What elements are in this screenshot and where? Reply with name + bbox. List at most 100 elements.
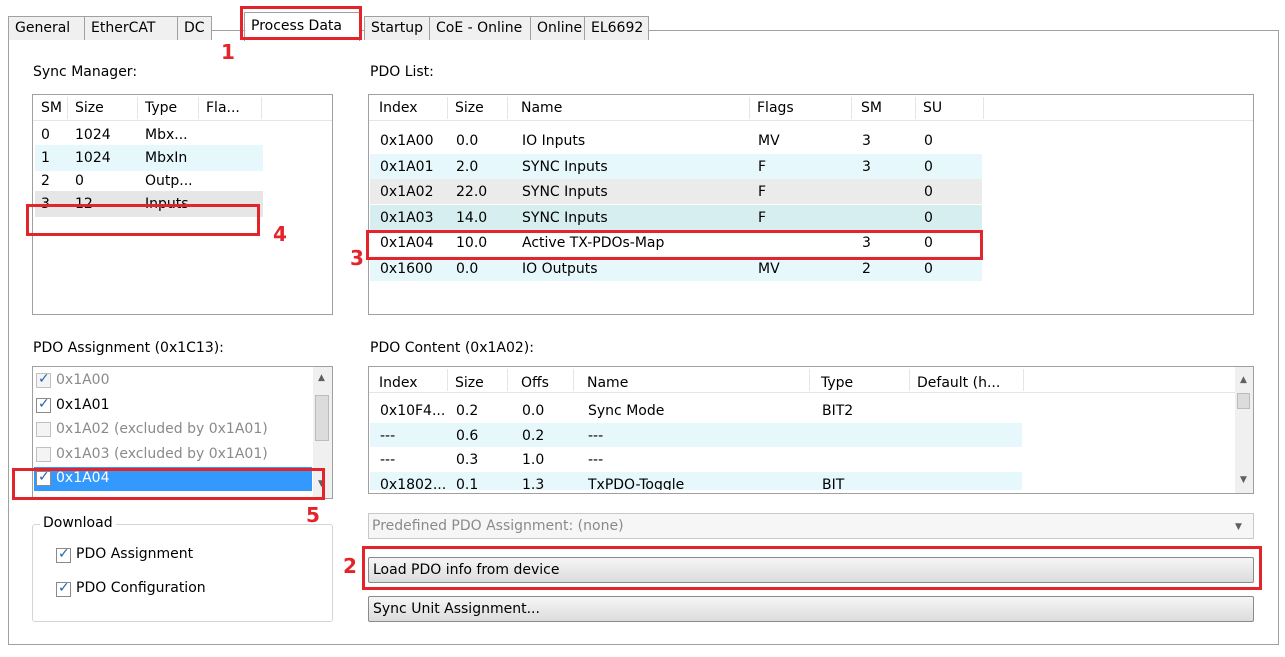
col-su[interactable]: SU <box>923 100 942 116</box>
pdo-content-scrollbar[interactable]: ▲ ▼ <box>1235 367 1253 493</box>
cell-name: SYNC Inputs <box>522 184 608 201</box>
tab-coe-online[interactable]: CoE - Online <box>429 16 531 40</box>
cell-flags: MV <box>758 261 780 277</box>
cell-type: BIT2 <box>822 403 854 419</box>
col-flags[interactable]: Fla... <box>206 100 240 116</box>
col-size[interactable]: Size <box>455 375 484 391</box>
col-flags[interactable]: Flags <box>757 100 794 116</box>
predefined-pdo-select[interactable]: Predefined PDO Assignment: (none) ▼ <box>368 513 1254 539</box>
col-default[interactable]: Default (h... <box>917 375 1000 391</box>
pdo-assignment-item-label: 0x1A03 (excluded by 0x1A01) <box>56 445 268 462</box>
cell-flags: F <box>758 209 767 226</box>
col-type[interactable]: Type <box>821 375 853 391</box>
col-name[interactable]: Name <box>521 100 562 116</box>
pdo-list-row[interactable]: 0x1A01 2.0 SYNC Inputs F 3 0 <box>370 153 982 179</box>
cell-index: 0x10F4... <box>380 403 446 419</box>
cell-offs: 1.3 <box>522 476 545 490</box>
pdo-assignment-item[interactable]: 0x1A03 (excluded by 0x1A01) <box>34 443 312 467</box>
tab-dc[interactable]: DC <box>177 16 212 40</box>
annotation-2: 2 <box>343 554 357 578</box>
cell-offs: 1.0 <box>522 452 545 468</box>
col-type[interactable]: Type <box>145 100 177 116</box>
cell-size: 14.0 <box>456 209 488 226</box>
cell-index: 0x1A01 <box>380 158 434 175</box>
tab-startup[interactable]: Startup <box>364 16 430 40</box>
cell-name: TxPDO-Toggle <box>588 476 685 490</box>
checkbox[interactable] <box>36 422 51 437</box>
annotation-box-4 <box>26 204 260 236</box>
pdo-content-row[interactable]: 0x10F4... 0.2 0.0 Sync Mode BIT2 <box>370 398 1022 422</box>
cell-size: 22.0 <box>456 184 488 201</box>
cell-type: Outp... <box>145 173 193 189</box>
cell-size: 0.6 <box>456 427 479 444</box>
cell-size: 0.0 <box>456 261 479 277</box>
cell-type: Mbx... <box>145 127 188 143</box>
tab-general[interactable]: General <box>8 16 85 40</box>
col-sm[interactable]: SM <box>41 100 62 116</box>
col-index[interactable]: Index <box>379 100 418 116</box>
pdo-configuration-checkbox-label: PDO Configuration <box>76 580 206 596</box>
tab-ethercat[interactable]: EtherCAT <box>84 16 178 40</box>
pdo-assignment-item[interactable]: 0x1A00 <box>34 369 312 393</box>
scroll-up-icon[interactable]: ▲ <box>318 373 325 383</box>
pdo-assignment-item-label: 0x1A01 <box>56 396 110 413</box>
cell-su: 0 <box>924 184 933 201</box>
cell-size: 1024 <box>75 150 111 166</box>
cell-size: 0.3 <box>456 452 479 468</box>
cell-sm: 2 <box>862 261 871 277</box>
cell-su: 0 <box>924 133 933 149</box>
pdo-list-row[interactable]: 0x1A03 14.0 SYNC Inputs F 0 <box>370 204 982 230</box>
pdo-list-row[interactable]: 0x1A02 22.0 SYNC Inputs F 0 <box>370 179 982 205</box>
checkbox[interactable] <box>36 371 51 388</box>
annotation-3: 3 <box>350 246 364 270</box>
cell-name: --- <box>588 452 604 468</box>
checkbox[interactable] <box>36 396 51 413</box>
scroll-up-icon[interactable]: ▲ <box>1240 375 1247 385</box>
download-group <box>32 524 333 622</box>
cell-name: --- <box>588 427 604 444</box>
cell-index: 0x1A00 <box>380 133 434 149</box>
col-name[interactable]: Name <box>587 375 628 391</box>
cell-index: 0x1A02 <box>380 184 434 201</box>
cell-name: IO Inputs <box>522 133 586 149</box>
cell-type: BIT <box>822 476 845 490</box>
col-size[interactable]: Size <box>75 100 104 116</box>
scroll-thumb[interactable] <box>315 395 329 441</box>
tab-el6692[interactable]: EL6692 <box>584 16 649 40</box>
pdo-content-row[interactable]: 0x1802... 0.1 1.3 TxPDO-Toggle BIT <box>370 471 1022 490</box>
col-sm[interactable]: SM <box>861 100 882 116</box>
cell-flags: MV <box>758 133 780 149</box>
cell-su: 0 <box>924 158 933 175</box>
pdo-content-header: Index Size Offs Name Type Default (h... <box>369 367 1235 393</box>
pdo-assignment-checkbox-label: PDO Assignment <box>76 546 194 562</box>
predefined-pdo-value: Predefined PDO Assignment: (none) <box>372 518 624 534</box>
sync-manager-header: SM Size Type Fla... <box>33 95 332 121</box>
annotation-box-5 <box>12 468 325 500</box>
col-size[interactable]: Size <box>455 100 484 116</box>
cell-index: --- <box>380 427 396 444</box>
cell-name: SYNC Inputs <box>522 209 608 226</box>
pdo-configuration-checkbox[interactable] <box>56 580 71 597</box>
pdo-list-row[interactable]: 0x1A00 0.0 IO Inputs MV 3 0 <box>370 128 982 153</box>
pdo-content-row[interactable]: --- 0.6 0.2 --- <box>370 422 1022 447</box>
scroll-down-icon[interactable]: ▼ <box>1240 475 1247 485</box>
cell-index: 0x1802... <box>380 476 447 490</box>
pdo-content-row[interactable]: --- 0.3 1.0 --- <box>370 447 1022 471</box>
tab-online[interactable]: Online <box>530 16 585 40</box>
sync-manager-label: Sync Manager: <box>33 64 138 80</box>
pdo-assignment-checkbox[interactable] <box>56 546 71 563</box>
pdo-assignment-item[interactable]: 0x1A01 <box>34 394 312 418</box>
cell-flags: F <box>758 184 767 201</box>
cell-size: 1024 <box>75 127 111 143</box>
annotation-box-2 <box>362 546 1262 590</box>
scroll-thumb[interactable] <box>1237 393 1250 409</box>
col-index[interactable]: Index <box>379 375 418 391</box>
download-label: Download <box>40 515 116 531</box>
col-offs[interactable]: Offs <box>521 375 549 391</box>
pdo-assignment-item[interactable]: 0x1A02 (excluded by 0x1A01) <box>34 418 312 442</box>
cell-sm: 1 <box>41 150 50 166</box>
sync-unit-assignment-button[interactable]: Sync Unit Assignment... <box>368 596 1254 622</box>
annotation-1: 1 <box>221 40 235 64</box>
annotation-box-1 <box>240 6 362 40</box>
checkbox[interactable] <box>36 446 51 462</box>
